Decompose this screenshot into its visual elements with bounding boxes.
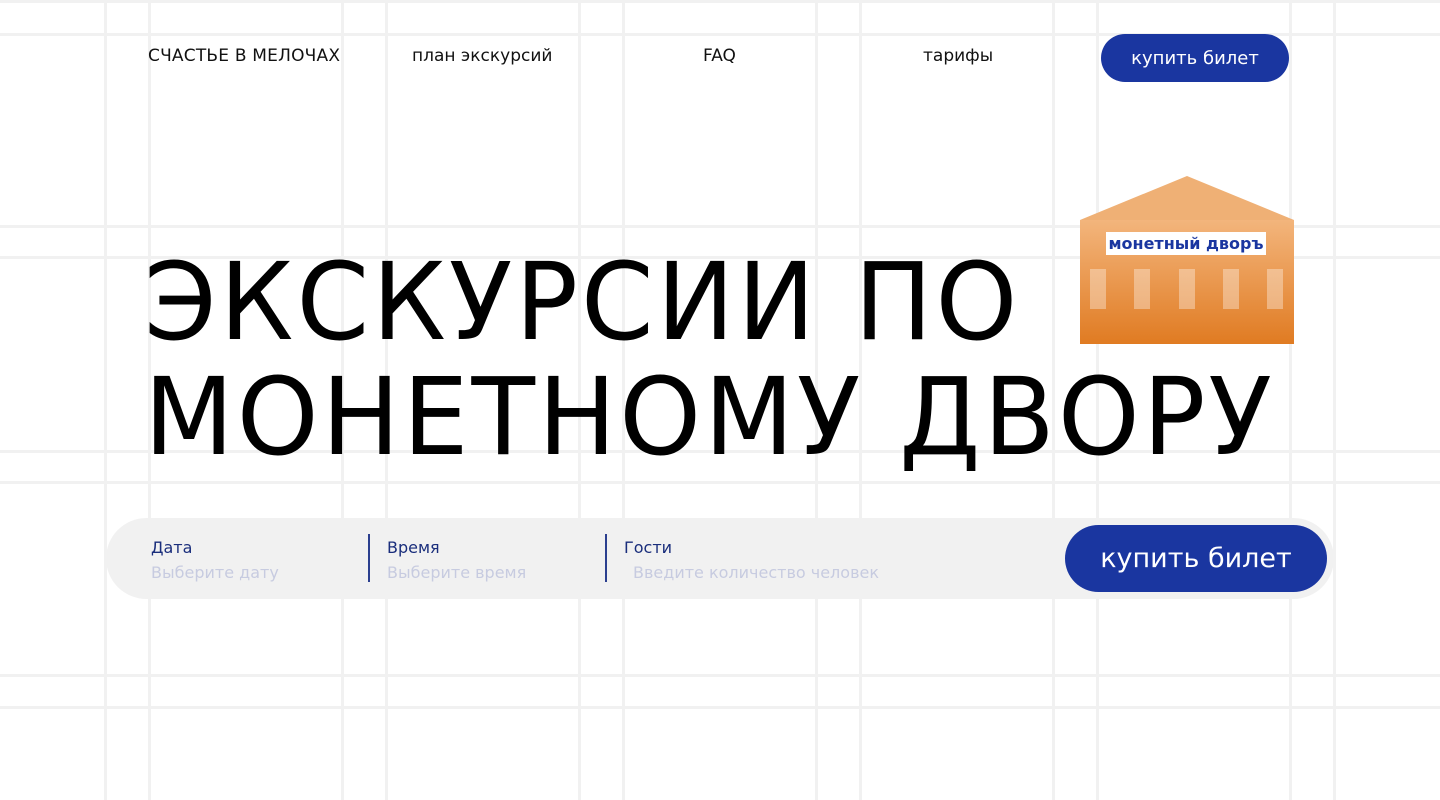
hero-title-line-2: МОНЕТНОМУ ДВОРУ — [144, 354, 1275, 480]
page: СЧАСТЬЕ В МЕЛОЧАХ план экскурсий FAQ тар… — [0, 0, 1440, 800]
top-nav: СЧАСТЬЕ В МЕЛОЧАХ план экскурсий FAQ тар… — [0, 0, 1440, 110]
nav-link-tour-plan[interactable]: план экскурсий — [412, 46, 552, 66]
nav-buy-ticket-button[interactable]: купить билет — [1101, 34, 1289, 82]
time-input[interactable] — [387, 563, 617, 582]
field-divider — [605, 534, 607, 582]
guests-label: Гости — [624, 538, 673, 557]
date-input[interactable] — [151, 563, 381, 582]
date-label: Дата — [151, 538, 193, 557]
time-label: Время — [387, 538, 440, 557]
nav-link-faq[interactable]: FAQ — [703, 46, 736, 66]
site-logo[interactable]: СЧАСТЬЕ В МЕЛОЧАХ — [148, 46, 340, 66]
nav-link-tariffs[interactable]: тарифы — [923, 46, 993, 66]
building-roof — [1080, 176, 1294, 220]
buy-ticket-button[interactable]: купить билет — [1065, 525, 1327, 592]
hero-title-line-1: ЭКСКУРСИИ ПО — [144, 238, 1021, 365]
hero-title: ЭКСКУРСИИ ПО МОНЕТНОМУ ДВОРУ — [144, 244, 1324, 475]
guests-input[interactable] — [633, 563, 933, 582]
field-divider — [368, 534, 370, 582]
booking-form: Дата Время Гости купить билет — [106, 518, 1334, 599]
